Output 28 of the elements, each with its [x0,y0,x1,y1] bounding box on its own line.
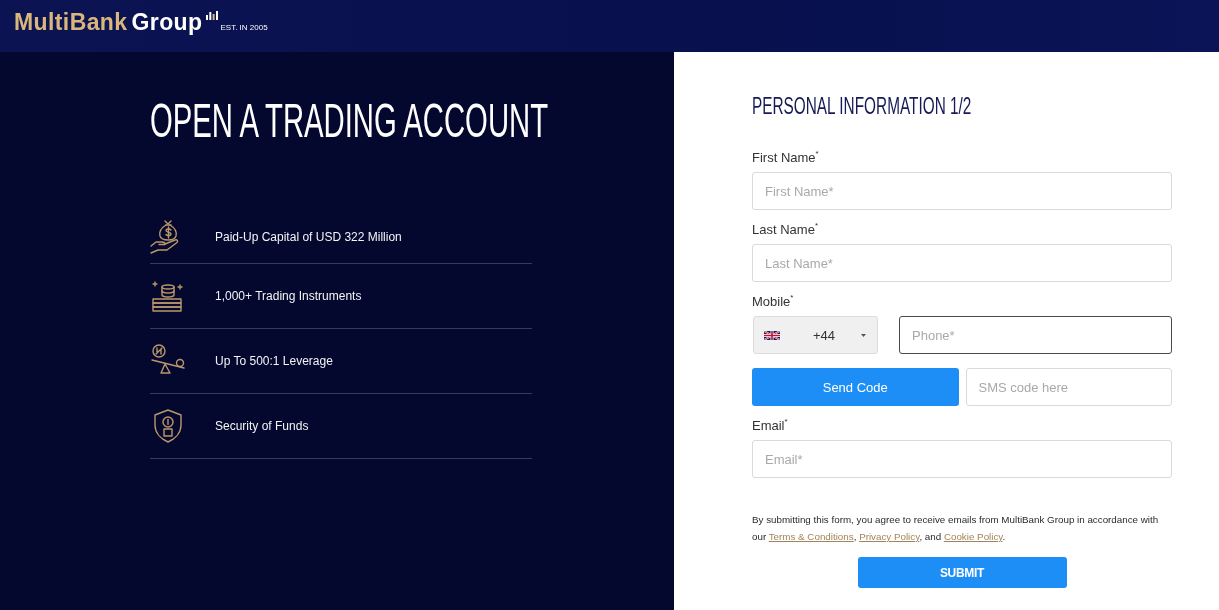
founded-tagline: EST. IN 2005 [220,23,268,32]
field-label: Email$^{*}$ [752,418,788,434]
consent-link[interactable]: Cookie Policy [943,531,1003,542]
flag-icon [764,330,780,340]
input-field[interactable]: Email* [752,440,1172,478]
send-code-button[interactable]: Send Code [752,368,959,406]
feature-text: Security of Funds [215,419,309,433]
feature-text: 1,000+ Trading Instruments [215,289,362,303]
consent-link[interactable]: Terms & Conditions [768,531,854,542]
submit-button[interactable]: SUBMIT [857,557,1067,588]
input-field[interactable]: Last Name* [752,244,1172,282]
page-title: OPEN A TRADING ACCOUNT [150,96,549,146]
form-heading: PERSONAL INFORMATION 1/2 [752,92,972,120]
field-label: First Name$^{*}$ [752,150,819,166]
field-label: Mobile$^{*}$ [752,294,794,310]
phone-field[interactable]: Phone* [899,316,1172,354]
bar-chart-icon [205,11,218,20]
coin-stack-icon [150,278,186,314]
feature-text: Paid-Up Capital of USD 322 Million [215,230,402,244]
feature-text: Up To 500:1 Leverage [215,354,333,368]
sms-code-field[interactable]: SMS code here [965,368,1172,406]
field-label: Last Name$^{*}$ [752,222,818,238]
brand-name: MultiBank [14,9,128,35]
brand-suffix: Group [131,9,203,35]
caret-icon [861,333,866,337]
country-code-select[interactable]: +44 [753,316,878,354]
consent-text: By submitting this form, you agree to receive emails from MultiBank Group in accordance with our Terms & Conditions, Privacy Policy, and Cookie Policy. [752,513,1160,544]
input-field[interactable]: First Name* [752,172,1172,210]
